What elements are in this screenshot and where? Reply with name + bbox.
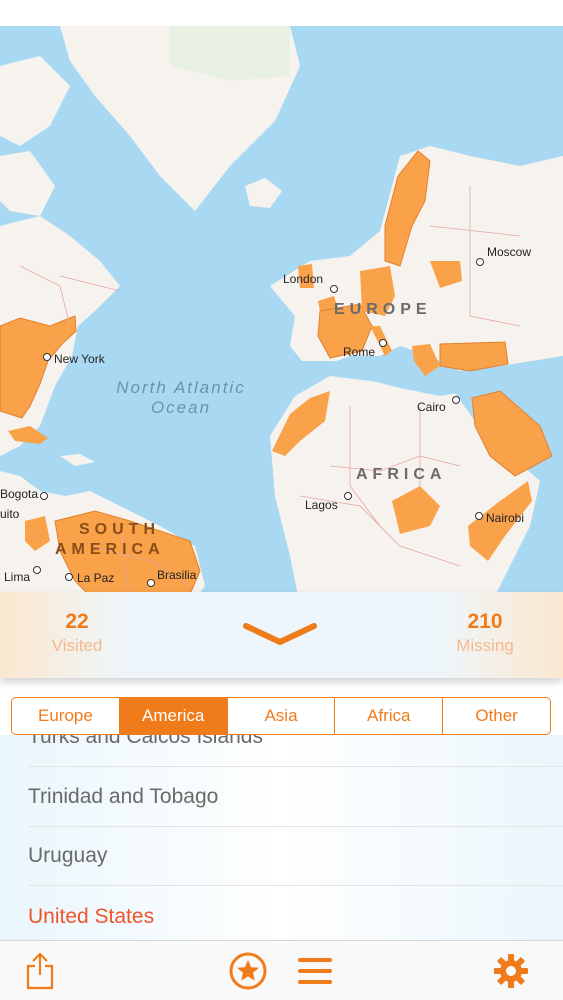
- map-label-cairo: Cairo: [417, 400, 446, 414]
- brasilia-marker-icon: [147, 579, 155, 587]
- cairo-marker-icon: [452, 396, 460, 404]
- map-label-south-america: SOUTH AMERICA: [55, 520, 165, 560]
- share-icon[interactable]: [24, 951, 56, 991]
- map-label-moscow: Moscow: [487, 245, 532, 259]
- ocean-label-line2: Ocean: [150, 398, 212, 417]
- segment-europe[interactable]: Europe: [12, 698, 119, 734]
- map-label-la-paz: La Paz: [77, 571, 115, 585]
- visited-count: 22: [65, 610, 89, 633]
- map-label-lagos: Lagos: [305, 498, 338, 512]
- list-item[interactable]: Uruguay: [28, 827, 563, 886]
- world-map[interactable]: Moscow London EUROPE Rome New York North…: [0, 26, 563, 606]
- lagos-marker-icon: [344, 492, 352, 500]
- segment-america[interactable]: America: [118, 698, 227, 734]
- list-item[interactable]: Turks and Caicos Islands: [28, 735, 563, 767]
- visited-label: Visited: [51, 636, 103, 655]
- list-item[interactable]: Trinidad and Tobago: [28, 768, 563, 827]
- map-label-ocean: North Atlantic Ocean: [86, 378, 276, 418]
- map-label-nairobi: Nairobi: [486, 511, 525, 525]
- bogota-marker-icon: [40, 492, 48, 500]
- visited-stat: 22 Visited: [22, 610, 132, 656]
- segment-africa[interactable]: Africa: [334, 698, 442, 734]
- rome-marker-icon: [379, 339, 387, 347]
- star-badge-icon[interactable]: [228, 951, 268, 991]
- country-list[interactable]: Turks and Caicos Islands Trinidad and To…: [0, 735, 563, 940]
- south-america-line2: AMERICA: [55, 541, 165, 558]
- lima-marker-icon: [33, 566, 41, 574]
- hamburger-menu-icon[interactable]: [296, 955, 334, 987]
- ocean-label-line1: North Atlantic: [116, 378, 246, 397]
- segment-asia[interactable]: Asia: [226, 698, 335, 734]
- status-bar: [0, 0, 563, 26]
- moscow-marker-icon: [476, 258, 484, 266]
- south-america-line1: SOUTH: [79, 521, 160, 538]
- map-label-africa: AFRICA: [356, 466, 447, 483]
- la-paz-marker-icon: [65, 573, 73, 581]
- london-marker-icon: [330, 285, 338, 293]
- map-label-rome: Rome: [343, 345, 376, 359]
- chevron-down-icon[interactable]: [242, 620, 318, 650]
- map-label-quito: uito: [0, 507, 20, 521]
- map-label-lima: Lima: [4, 570, 31, 584]
- map-label-europe: EUROPE: [334, 301, 432, 318]
- missing-stat: 210 Missing: [430, 610, 540, 656]
- tab-bar: [0, 940, 563, 1000]
- map-label-bogota: Bogota: [0, 487, 39, 501]
- list-item[interactable]: United States: [28, 887, 563, 940]
- gear-icon[interactable]: [491, 951, 531, 991]
- missing-count: 210: [467, 610, 503, 633]
- nairobi-marker-icon: [475, 512, 483, 520]
- map-label-brasilia: Brasilia: [157, 568, 197, 582]
- map-label-london: London: [283, 272, 324, 286]
- new-york-marker-icon: [43, 353, 51, 361]
- region-segmented-control: Europe America Asia Africa Other: [11, 697, 551, 735]
- map-label-new-york: New York: [54, 352, 105, 366]
- segment-other[interactable]: Other: [442, 698, 550, 734]
- missing-label: Missing: [456, 636, 514, 655]
